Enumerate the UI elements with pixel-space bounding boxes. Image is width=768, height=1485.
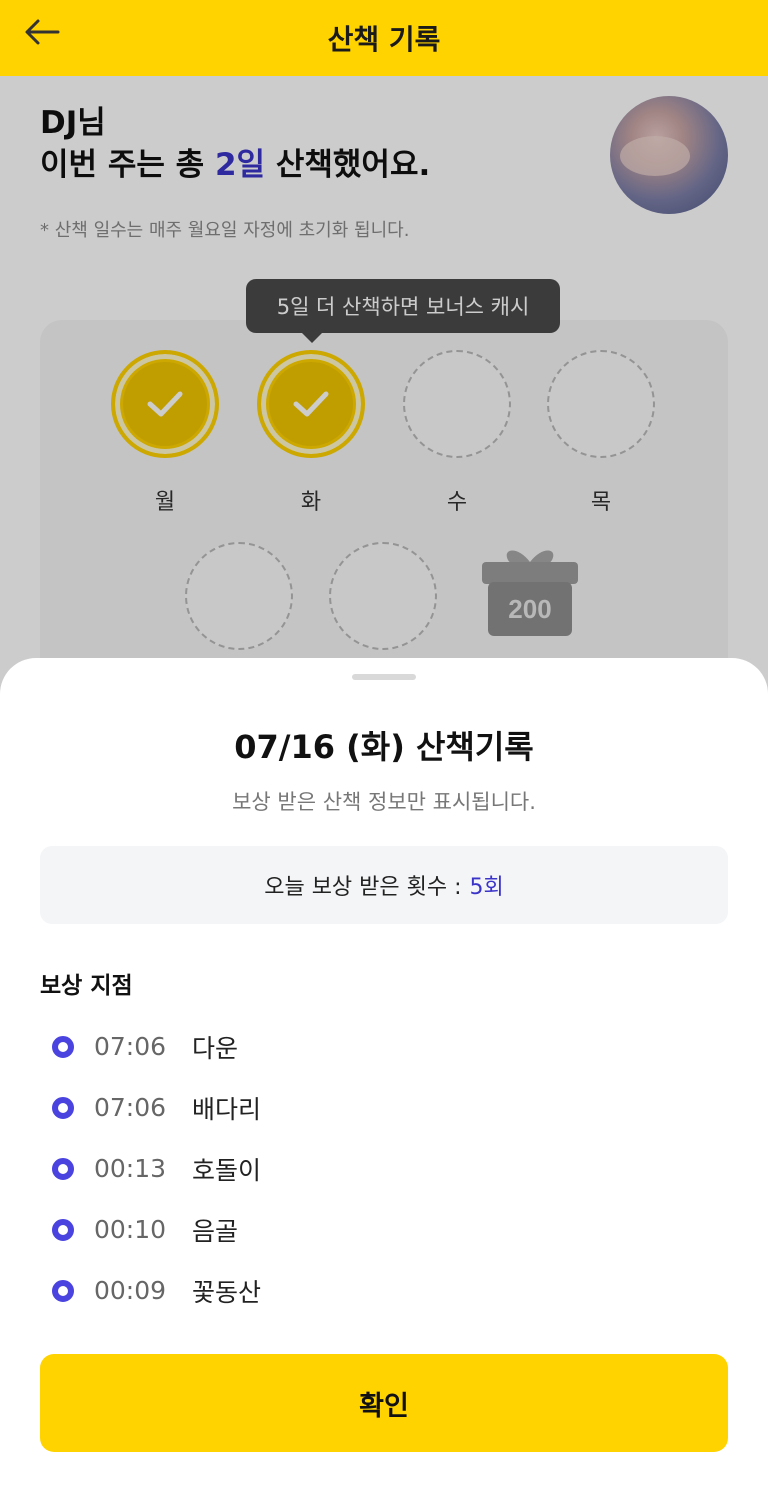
list-item: 00:09 꽃동산 <box>52 1260 712 1321</box>
list-item: 07:06 배다리 <box>52 1077 712 1138</box>
point-time: 00:09 <box>94 1276 167 1305</box>
reward-points-title: 보상 지점 <box>40 973 133 999</box>
point-dot-icon <box>52 1035 74 1058</box>
reward-count-value: 5회 <box>469 875 504 900</box>
app-header: 산책 기록 <box>0 0 768 76</box>
point-place: 배다리 <box>192 1094 262 1124</box>
point-place: 다운 <box>192 1033 239 1063</box>
reward-count-label: 오늘 보상 받은 횟수 : <box>264 875 462 900</box>
point-time: 00:13 <box>94 1154 167 1183</box>
point-place: 음골 <box>192 1216 239 1246</box>
list-item: 07:06 다운 <box>52 1016 712 1077</box>
point-dot-icon <box>52 1279 74 1302</box>
sheet-subtitle: 보상 받은 산책 정보만 표시됩니다. <box>232 790 536 814</box>
sheet-title: 07/16 (화) 산책기록 <box>234 728 534 766</box>
point-dot-icon <box>52 1096 74 1119</box>
walk-detail-sheet: 07/16 (화) 산책기록 보상 받은 산책 정보만 표시됩니다. 오늘 보상… <box>0 658 768 1485</box>
point-place: 꽃동산 <box>192 1277 262 1307</box>
point-time: 07:06 <box>94 1032 167 1061</box>
point-dot-icon <box>52 1218 74 1241</box>
confirm-button[interactable]: 확인 <box>40 1354 728 1452</box>
sheet-drag-handle[interactable] <box>352 674 416 680</box>
point-dot-icon <box>52 1157 74 1180</box>
page-title: 산책 기록 <box>327 23 441 56</box>
point-time: 07:06 <box>94 1093 167 1122</box>
point-place: 호돌이 <box>192 1155 262 1185</box>
reward-count-box: 오늘 보상 받은 횟수 : 5회 <box>40 846 728 924</box>
reward-points-list: 07:06 다운 07:06 배다리 00:13 호돌이 00:10 음골 00… <box>52 1016 712 1321</box>
list-item: 00:13 호돌이 <box>52 1138 712 1199</box>
point-time: 00:10 <box>94 1215 167 1244</box>
back-button[interactable] <box>18 12 66 52</box>
arrow-left-icon <box>25 19 60 45</box>
list-item: 00:10 음골 <box>52 1199 712 1260</box>
